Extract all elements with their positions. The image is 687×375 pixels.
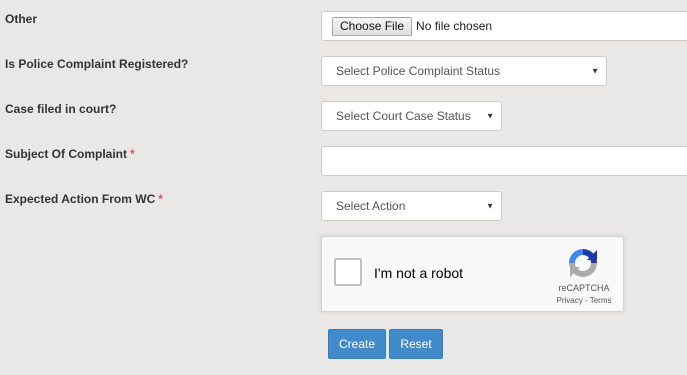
- police-complaint-label: Is Police Complaint Registered?: [5, 57, 189, 71]
- required-marker: *: [158, 192, 163, 206]
- expected-action-label-text: Expected Action From WC: [5, 192, 156, 206]
- subject-label: Subject Of Complaint *: [5, 147, 135, 161]
- expected-action-selected-value: Select Action: [336, 199, 406, 213]
- other-label: Other: [5, 12, 38, 26]
- choose-file-button[interactable]: Choose File: [332, 16, 413, 36]
- recaptcha-label: I'm not a robot: [374, 265, 464, 281]
- chevron-down-icon: ▼: [486, 201, 494, 211]
- file-status-text: No file chosen: [416, 19, 493, 33]
- court-case-select[interactable]: Select Court Case Status ▼: [321, 101, 502, 131]
- recaptcha-links: Privacy - Terms: [552, 296, 616, 305]
- recaptcha-checkbox[interactable]: [334, 258, 362, 286]
- expected-action-select[interactable]: Select Action ▼: [321, 191, 502, 221]
- recaptcha-widget: I'm not a robot reCAPTCHA Privacy - Term…: [321, 236, 624, 312]
- court-case-label: Case filed in court?: [5, 102, 117, 116]
- recaptcha-brand: reCAPTCHA: [558, 283, 610, 293]
- reset-button[interactable]: Reset: [389, 329, 443, 359]
- required-marker: *: [130, 147, 135, 161]
- other-file-input[interactable]: Choose File No file chosen: [321, 11, 687, 41]
- chevron-down-icon: ▼: [486, 111, 494, 121]
- create-button[interactable]: Create: [328, 329, 386, 359]
- court-case-selected-value: Select Court Case Status: [336, 109, 471, 123]
- subject-input[interactable]: [321, 146, 687, 176]
- police-complaint-select[interactable]: Select Police Complaint Status ▼: [321, 56, 607, 86]
- chevron-down-icon: ▼: [591, 66, 599, 76]
- recaptcha-terms-link[interactable]: Terms: [590, 296, 612, 305]
- expected-action-label: Expected Action From WC *: [5, 192, 163, 206]
- recaptcha-privacy-link[interactable]: Privacy: [557, 296, 583, 305]
- recaptcha-link-separator: -: [582, 296, 590, 305]
- recaptcha-logo-icon: [569, 249, 597, 277]
- subject-label-text: Subject Of Complaint: [5, 147, 128, 161]
- police-complaint-selected-value: Select Police Complaint Status: [336, 64, 501, 78]
